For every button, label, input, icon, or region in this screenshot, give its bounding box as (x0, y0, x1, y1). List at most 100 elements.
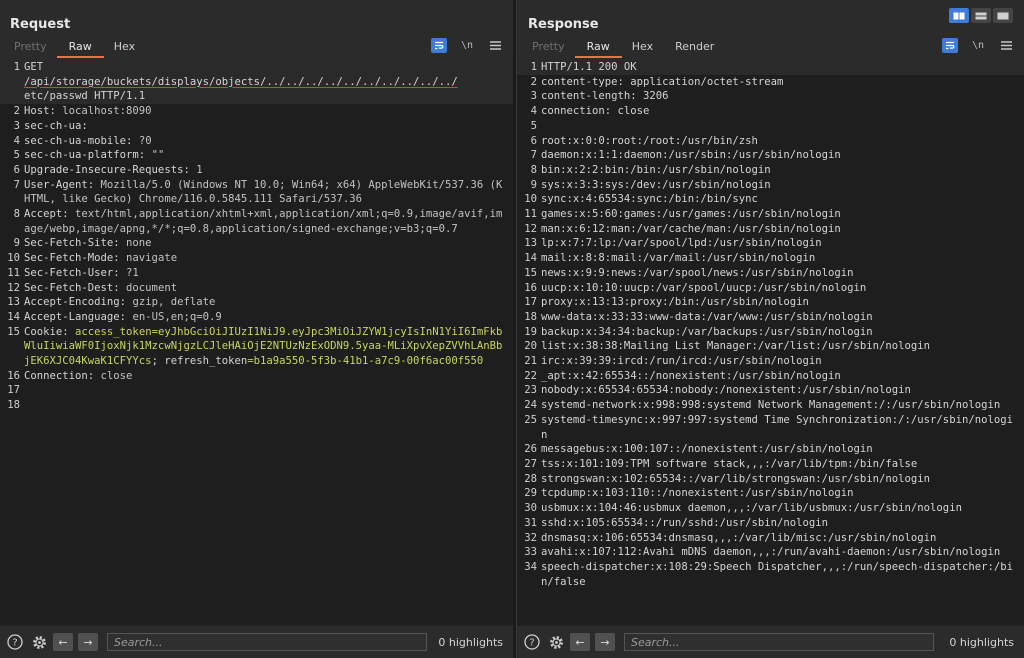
line-text: connection: close (541, 105, 650, 118)
settings-gear-icon[interactable] (30, 633, 48, 651)
settings-gear-icon[interactable] (547, 633, 565, 651)
line-number: 4 (13, 134, 20, 147)
response-bottombar: ? ← → Search... 0 highlights (517, 625, 1024, 658)
line-text: irc:x:39:39:ircd:/run/ircd:/usr/sbin/nol… (541, 355, 822, 368)
line-text: news:x:9:9:news:/var/spool/news:/usr/sbi… (541, 266, 854, 279)
line-text: proxy:x:13:13:proxy:/bin:/usr/sbin/nolog… (541, 296, 809, 309)
newline-icon[interactable]: \n (459, 38, 475, 53)
line-number: 5 (13, 149, 20, 162)
code-line: 14 Accept-Language: en-US,en;q=0.9 (0, 310, 513, 325)
header-key: Accept-Language: (24, 310, 127, 323)
tab-hex[interactable]: Hex (632, 40, 653, 57)
header-value: text/html,application/xhtml+xml,applicat… (24, 208, 503, 235)
svg-text:?: ? (12, 638, 17, 649)
line-number: 7 (13, 178, 20, 191)
tab-hex[interactable]: Hex (114, 40, 135, 57)
line-number: 4 (530, 105, 537, 118)
line-text: speech-dispatcher:x:108:29:Speech Dispat… (541, 560, 1013, 588)
line-number: 11 (7, 266, 20, 279)
line-text: mail:x:8:8:mail:/var/mail:/usr/sbin/nolo… (541, 252, 816, 265)
header-key: Cookie: (24, 325, 69, 338)
line-number: 3 (530, 90, 537, 103)
line-number: 5 (530, 119, 537, 132)
line-number: 8 (530, 163, 537, 176)
line-text: Sec-Fetch-Site: none (24, 236, 513, 251)
line-text: sec-ch-ua-mobile: ?0 (24, 134, 513, 149)
header-value: "" (145, 149, 165, 162)
header-key: Accept: (24, 208, 69, 221)
code-line: 5 sec-ch-ua-platform: "" (0, 148, 513, 163)
code-line: 18 (0, 398, 513, 413)
request-highlights-count: 0 highlights (438, 635, 503, 649)
forward-arrow-icon[interactable]: → (78, 633, 98, 651)
response-search-input[interactable]: Search... (624, 633, 934, 651)
header-key: Connection: (24, 369, 95, 382)
help-icon[interactable]: ? (523, 633, 541, 651)
line-number: 18 (524, 310, 537, 323)
line-number: 9 (13, 237, 20, 250)
help-icon[interactable]: ? (6, 633, 24, 651)
tab-pretty[interactable]: Pretty (14, 40, 47, 57)
line-number: 19 (524, 325, 537, 338)
line-text: backup:x:34:34:backup:/var/backups:/usr/… (541, 325, 873, 338)
line-number: 8 (13, 208, 20, 221)
code-line: 30 usbmux:x:104:46:usbmux daemon,,,:/var/… (517, 501, 1024, 516)
header-value: en-US,en;q=0.9 (126, 310, 222, 323)
line-number: 14 (7, 310, 20, 323)
layout-side-by-side-icon[interactable] (949, 8, 969, 23)
code-line: 1 HTTP/1.1 200 OK (517, 60, 1024, 75)
header-key: Accept-Encoding: (24, 296, 127, 309)
tab-raw[interactable]: Raw (56, 40, 104, 58)
newline-icon[interactable]: \n (970, 38, 986, 53)
code-line: 1 GET /api/storage/buckets/displays/objec… (0, 60, 513, 105)
menu-icon[interactable] (487, 38, 503, 53)
line-number: 21 (524, 355, 537, 368)
tab-pretty[interactable]: Pretty (532, 40, 565, 57)
line-number: 14 (524, 252, 537, 265)
response-editor[interactable]: 1 HTTP/1.1 200 OK 2 content-type: applicati… (517, 60, 1024, 626)
response-toolbar: \n (930, 38, 1014, 53)
back-arrow-icon[interactable]: ← (570, 633, 590, 651)
cookie-value: =b1a9a550-5f3b-41b1-a7c9-00f6ac00f550 (247, 355, 484, 368)
svg-text:?: ? (529, 638, 534, 649)
code-line: 3 content-length: 3206 (517, 89, 1024, 104)
header-key: Sec-Fetch-Dest: (24, 281, 120, 294)
response-tabs: Pretty Raw Hex Render (532, 40, 736, 58)
code-line: 3 sec-ch-ua: (0, 119, 513, 134)
header-key: sec-ch-ua-platform: (24, 149, 146, 162)
request-toolbar: \n (419, 38, 503, 53)
cookie-name: ; refresh_token (151, 355, 248, 368)
header-value: gzip, deflate (126, 296, 216, 309)
code-line: 29 tcpdump:x:103:110::/nonexistent:/usr/s… (517, 486, 1024, 501)
line-number: 32 (524, 531, 537, 544)
code-line: 12 man:x:6:12:man:/var/cache/man:/usr/sbi… (517, 222, 1024, 237)
line-number: 9 (530, 178, 537, 191)
line-number: 13 (524, 237, 537, 250)
menu-icon[interactable] (998, 38, 1014, 53)
wrap-icon[interactable] (431, 38, 447, 53)
request-search-input[interactable]: Search... (107, 633, 427, 651)
code-line: 9 Sec-Fetch-Site: none (0, 236, 513, 251)
wrap-icon[interactable] (942, 38, 958, 53)
code-line: 10 sync:x:4:65534:sync:/bin:/bin/sync (517, 192, 1024, 207)
code-line: 8 Accept: text/html,application/xhtml+xml… (0, 207, 513, 236)
back-arrow-icon[interactable]: ← (53, 633, 73, 651)
line-number: 22 (524, 369, 537, 382)
tab-raw[interactable]: Raw (574, 40, 622, 58)
line-number: 16 (7, 369, 20, 382)
line-text (541, 119, 1024, 134)
tab-render[interactable]: Render (675, 40, 714, 57)
line-number: 34 (524, 560, 537, 573)
code-line: 5 (517, 119, 1024, 134)
layout-stacked-icon[interactable] (971, 8, 991, 23)
request-editor[interactable]: 1 GET /api/storage/buckets/displays/objec… (0, 60, 513, 626)
code-line: 6 root:x:0:0:root:/root:/usr/bin/zsh (517, 134, 1024, 149)
line-text: lp:x:7:7:lp:/var/spool/lpd:/usr/sbin/nol… (541, 237, 822, 250)
line-number: 25 (524, 413, 537, 426)
line-text: content-length: 3206 (541, 90, 669, 103)
header-key: User-Agent: (24, 178, 95, 191)
line-number: 15 (7, 325, 20, 338)
cookie-name: access_token (68, 325, 152, 338)
layout-single-icon[interactable] (993, 8, 1013, 23)
forward-arrow-icon[interactable]: → (595, 633, 615, 651)
